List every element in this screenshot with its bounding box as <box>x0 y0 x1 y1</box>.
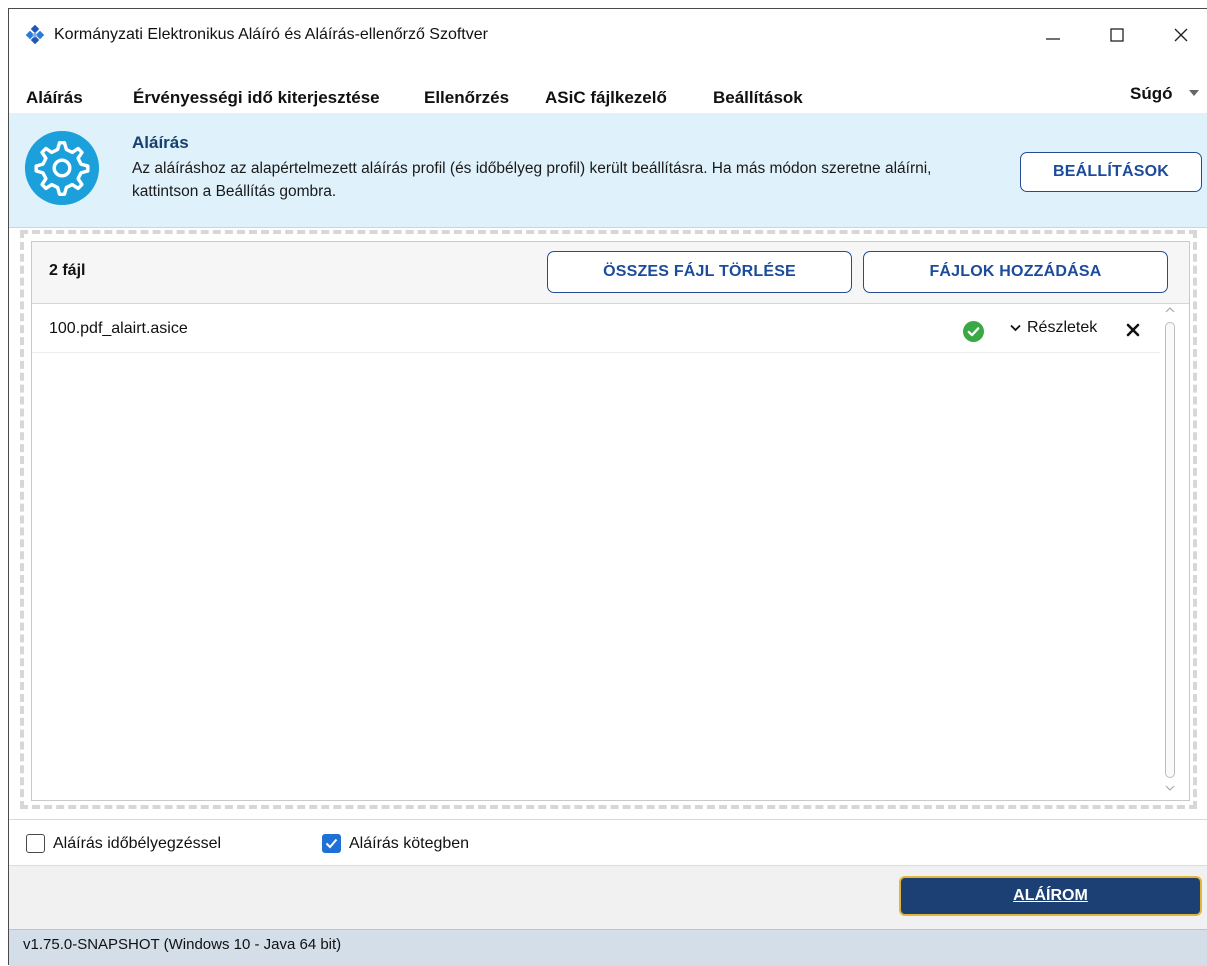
menu-item-sugo[interactable]: Súgó <box>1130 84 1173 104</box>
delete-all-files-button[interactable]: ÖSSZES FÁJL TÖRLÉSE <box>547 251 852 293</box>
file-name: 100.pdf_alairt.asice <box>49 320 188 337</box>
timestamp-label: Aláírás időbélyegzéssel <box>53 834 222 852</box>
close-button[interactable] <box>1163 19 1199 51</box>
gear-icon <box>24 130 100 206</box>
menu-bar: Aláírás Érvényességi idő kiterjesztése E… <box>9 61 1207 109</box>
menu-item-asic-fajlkezelo[interactable]: ASiC fájlkezelő <box>545 88 667 108</box>
app-logo-icon <box>25 25 45 45</box>
maximize-button[interactable] <box>1099 19 1135 51</box>
scrollbar-thumb[interactable] <box>1165 322 1175 778</box>
file-list-header: 2 fájl ÖSSZES FÁJL TÖRLÉSE FÁJLOK HOZZÁD… <box>32 242 1189 304</box>
version-text: v1.75.0-SNAPSHOT (Windows 10 - Java 64 b… <box>23 936 342 953</box>
scroll-up-icon[interactable] <box>1165 306 1175 314</box>
file-list-item: 100.pdf_alairt.asice Részletek <box>32 304 1160 353</box>
minimize-icon <box>1046 38 1060 40</box>
batch-option[interactable]: Aláírás kötegben <box>322 834 469 853</box>
menu-item-ervenyessegi-ido[interactable]: Érvényességi idő kiterjesztése <box>133 88 380 108</box>
check-circle-icon <box>963 321 984 342</box>
sign-options: Aláírás időbélyegzéssel Aláírás kötegben <box>9 819 1207 866</box>
menu-item-beallitasok[interactable]: Beállítások <box>713 88 803 108</box>
timestamp-checkbox[interactable] <box>26 834 45 853</box>
scroll-down-icon[interactable] <box>1165 784 1175 792</box>
chevron-down-icon <box>1010 324 1021 332</box>
add-files-button[interactable]: FÁJLOK HOZZÁDÁSA <box>863 251 1168 293</box>
chevron-down-icon[interactable] <box>1189 90 1199 96</box>
menu-item-ellenorzes[interactable]: Ellenőrzés <box>424 88 509 108</box>
minimize-button[interactable] <box>1035 19 1071 51</box>
banner-text: Az aláíráshoz az alapértelmezett aláírás… <box>132 160 932 200</box>
app-window: Kormányzati Elektronikus Aláíró és Aláír… <box>8 8 1207 966</box>
timestamp-option[interactable]: Aláírás időbélyegzéssel <box>26 834 221 853</box>
sign-button[interactable]: ALÁÍROM <box>899 876 1202 916</box>
remove-file-icon[interactable] <box>1126 323 1140 337</box>
close-icon <box>1174 28 1188 42</box>
batch-label: Aláírás kötegben <box>349 834 470 852</box>
settings-button[interactable]: BEÁLLÍTÁSOK <box>1020 152 1202 192</box>
details-toggle[interactable]: Részletek <box>1010 319 1097 337</box>
info-banner: Aláírás Az aláíráshoz az alapértelmezett… <box>9 113 1207 228</box>
status-bar: v1.75.0-SNAPSHOT (Windows 10 - Java 64 b… <box>9 929 1207 966</box>
file-count: 2 fájl <box>49 262 86 279</box>
details-label: Részletek <box>1027 319 1098 336</box>
window-title: Kormányzati Elektronikus Aláíró és Aláír… <box>54 26 488 43</box>
batch-checkbox[interactable] <box>322 834 341 853</box>
file-list-panel: 2 fájl ÖSSZES FÁJL TÖRLÉSE FÁJLOK HOZZÁD… <box>31 241 1190 801</box>
menu-item-alairas[interactable]: Aláírás <box>26 88 83 108</box>
banner-title: Aláírás <box>132 133 189 152</box>
maximize-icon <box>1110 28 1124 42</box>
title-bar: Kormányzati Elektronikus Aláíró és Aláír… <box>9 9 1207 61</box>
checkmark-icon <box>325 838 338 849</box>
file-list-scrollbar[interactable] <box>1162 304 1178 799</box>
